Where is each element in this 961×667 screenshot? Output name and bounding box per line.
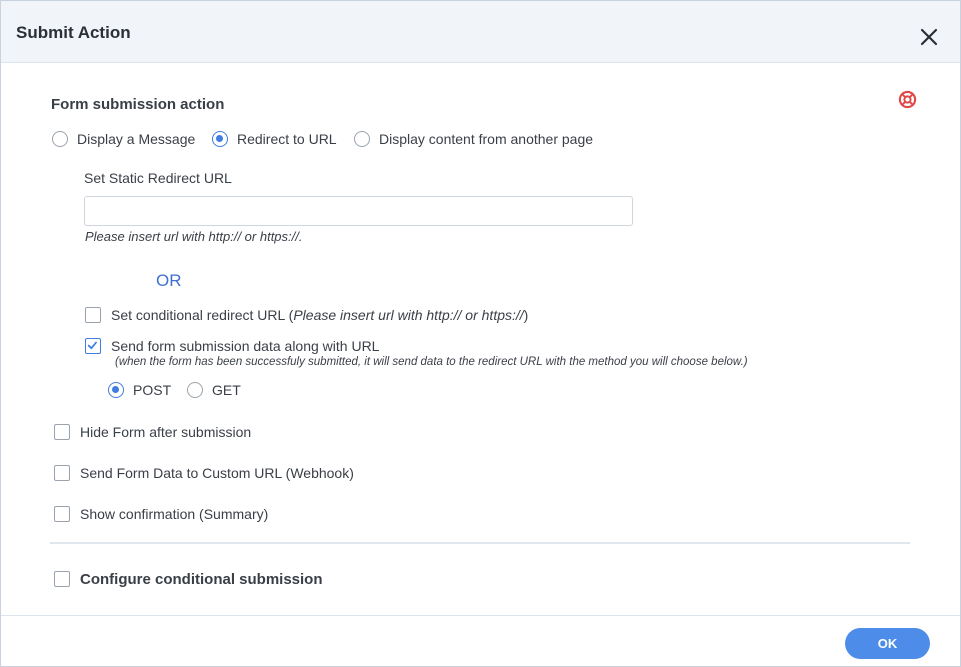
radio-label: Redirect to URL xyxy=(237,131,337,147)
conditional-submission-checkbox[interactable]: Configure conditional submission xyxy=(54,569,323,589)
radio-button[interactable] xyxy=(108,382,124,398)
send-data-hint: (when the form has been successfuly subm… xyxy=(115,356,748,368)
radio-button[interactable] xyxy=(187,382,203,398)
conditional-redirect-label: Set conditional redirect URL ( xyxy=(111,307,294,323)
webhook-checkbox[interactable]: Send Form Data to Custom URL (Webhook) xyxy=(54,463,354,483)
divider xyxy=(50,542,910,544)
ok-button[interactable]: OK xyxy=(845,628,930,659)
or-separator: OR xyxy=(156,271,182,290)
radio-button[interactable] xyxy=(212,131,228,147)
radio-redirect-url[interactable]: Redirect to URL xyxy=(212,129,337,149)
checkbox[interactable] xyxy=(85,338,101,354)
static-redirect-hint: Please insert url with http:// or https:… xyxy=(85,229,303,244)
conditional-submission-label: Configure conditional submission xyxy=(80,570,323,588)
webhook-label: Send Form Data to Custom URL (Webhook) xyxy=(80,465,354,481)
static-redirect-label: Set Static Redirect URL xyxy=(84,170,232,186)
checkbox[interactable] xyxy=(54,571,70,587)
radio-display-message[interactable]: Display a Message xyxy=(52,129,195,149)
form-action-title: Form submission action xyxy=(51,96,225,113)
radio-button[interactable] xyxy=(52,131,68,147)
radio-label: GET xyxy=(212,382,241,398)
hide-form-checkbox[interactable]: Hide Form after submission xyxy=(54,422,251,442)
checkmark-icon xyxy=(87,341,97,350)
dialog-header: Submit Action xyxy=(1,1,960,63)
checkbox[interactable] xyxy=(85,307,101,323)
confirmation-checkbox[interactable]: Show confirmation (Summary) xyxy=(54,504,268,524)
conditional-redirect-checkbox[interactable]: Set conditional redirect URL (Please ins… xyxy=(85,305,528,325)
radio-display-content[interactable]: Display content from another page xyxy=(354,129,593,149)
checkbox[interactable] xyxy=(54,506,70,522)
radio-method-post[interactable]: POST xyxy=(108,380,171,400)
radio-method-get[interactable]: GET xyxy=(187,380,241,400)
checkbox[interactable] xyxy=(54,424,70,440)
checkbox[interactable] xyxy=(54,465,70,481)
static-redirect-url-input[interactable] xyxy=(84,196,633,226)
confirmation-label: Show confirmation (Summary) xyxy=(80,506,269,522)
close-icon[interactable] xyxy=(917,25,941,49)
lifebuoy-icon[interactable] xyxy=(898,90,917,109)
conditional-redirect-close: ) xyxy=(523,307,529,323)
send-data-label: Send form submission data along with URL xyxy=(111,338,380,354)
hide-form-label: Hide Form after submission xyxy=(80,424,252,440)
dialog-footer: OK xyxy=(1,615,960,666)
dialog-title: Submit Action xyxy=(16,23,131,42)
conditional-redirect-hint: Please insert url with http:// or https:… xyxy=(293,307,524,323)
radio-label: POST xyxy=(133,382,172,398)
checkbox-label: Set conditional redirect URL (Please ins… xyxy=(111,307,528,323)
submit-action-dialog: Submit Action Form submission action Dis… xyxy=(0,0,961,667)
radio-button[interactable] xyxy=(354,131,370,147)
send-data-checkbox[interactable]: Send form submission data along with URL xyxy=(85,336,379,356)
radio-label: Display a Message xyxy=(77,131,196,147)
radio-label: Display content from another page xyxy=(379,131,594,147)
